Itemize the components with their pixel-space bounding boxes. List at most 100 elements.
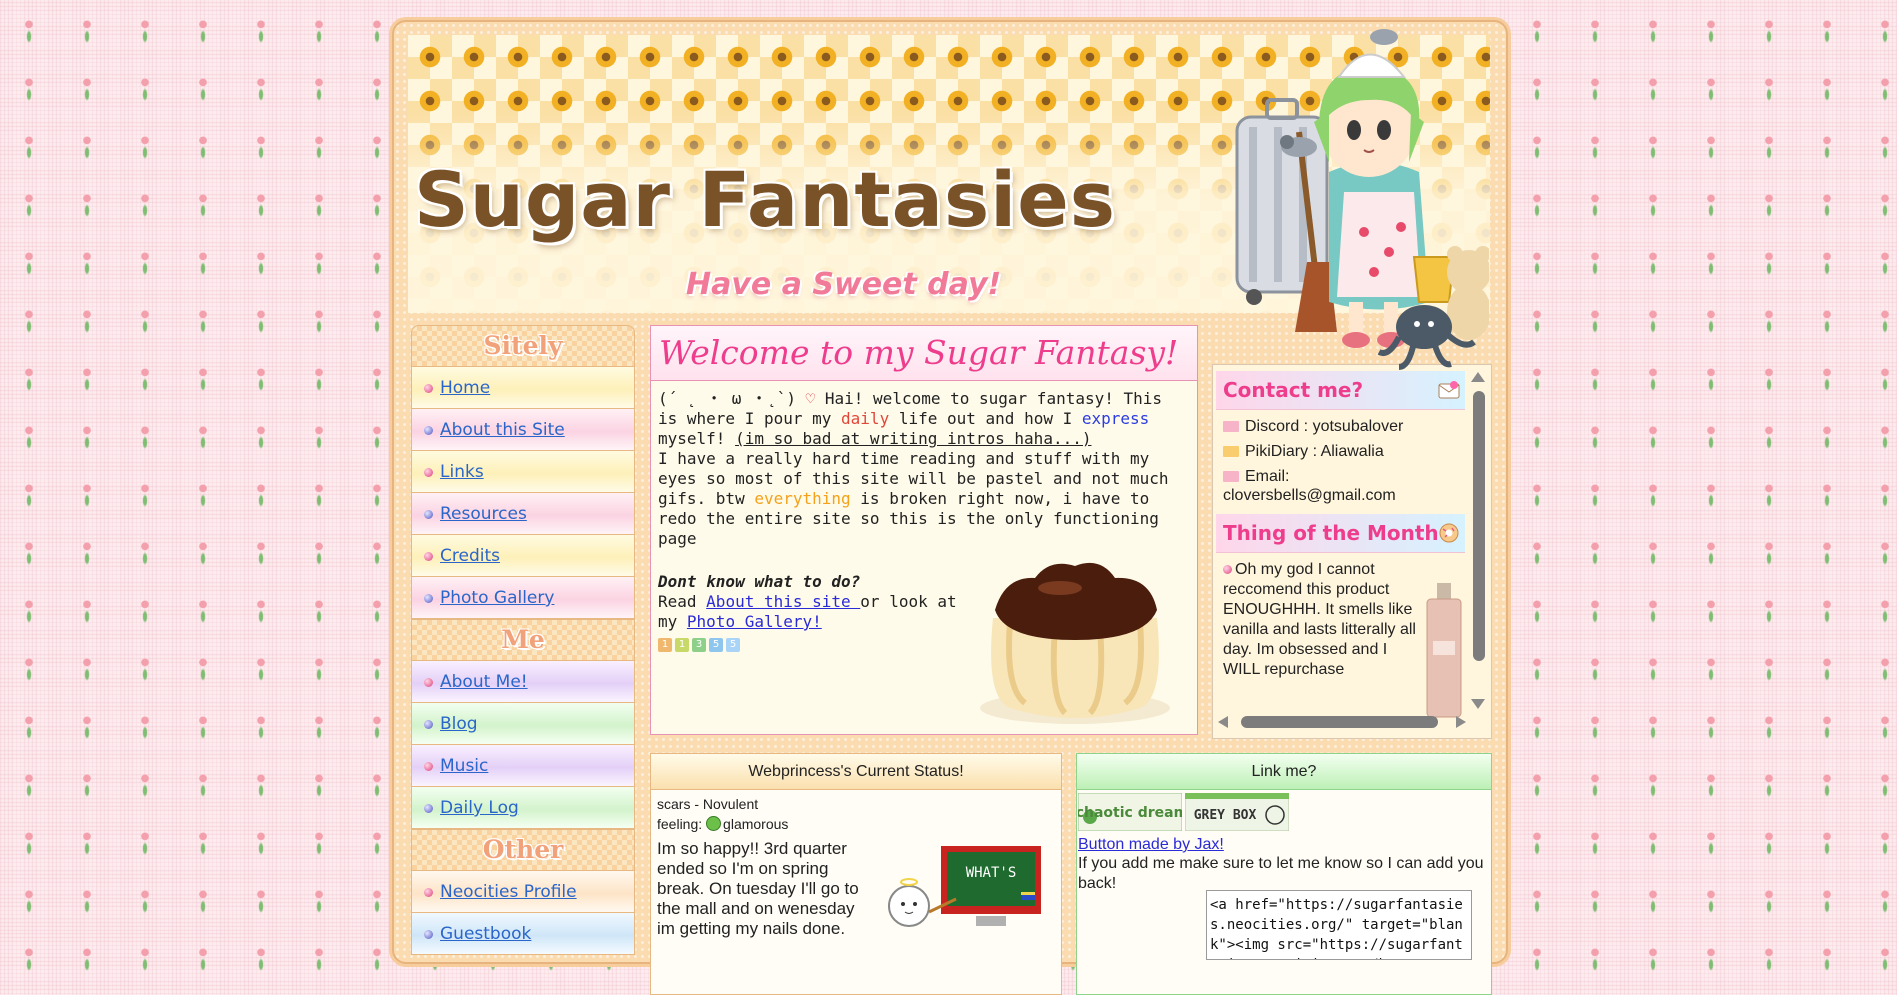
bullet-icon [424,804,433,813]
nav-link-photo-gallery[interactable]: Photo Gallery [440,588,554,608]
button-credit-link[interactable]: Button made by Jax! [1077,836,1491,854]
site-title: Sugar Fantasies [414,155,1117,244]
horizontal-scrollbar[interactable] [1216,714,1468,730]
intro-aside: (im so bad at writing intros haha...) [735,429,1092,448]
envelope-icon [1223,446,1239,457]
nav-item-about-me[interactable]: About Me! [411,661,635,703]
contact-panel[interactable]: Contact me? Discord : yotsubalover PikiD… [1212,364,1492,739]
scroll-left-arrow-icon[interactable] [1218,716,1228,728]
grey-box-button[interactable]: GREY BOX [1185,793,1289,831]
kaomoji: (´ ˛ ・ ω ・˛`) [658,389,796,408]
nav-item-photo-gallery[interactable]: Photo Gallery [411,577,635,619]
contact-heading: Contact me? [1216,371,1465,410]
welcome-intro: (´ ˛ ・ ω ・˛`) ♡ Hai! welcome to sugar fa… [658,389,1190,449]
nav-link-neocities-profile[interactable]: Neocities Profile [440,882,577,902]
welcome-paragraph-2: I have a really hard time reading and st… [658,449,1190,549]
contact-pikidiary: PikiDiary : Aliawalia [1216,439,1465,464]
bullet-icon [1223,565,1232,574]
vertical-scrollbar[interactable] [1468,369,1488,709]
nav-item-credits[interactable]: Credits [411,535,635,577]
nav-section-heading-other: Other [411,829,635,871]
nav-link-blog[interactable]: Blog [440,714,478,734]
nav-item-music[interactable]: Music [411,745,635,787]
intro-text: myself! [658,429,736,448]
nav-item-daily-log[interactable]: Daily Log [411,787,635,829]
read-text: Read [658,592,707,611]
scrollbar-thumb[interactable] [1473,391,1485,661]
link-instructions: If you add me make sure to let me know s… [1078,855,1484,892]
thing-description: Oh my god I cannot reccomend this produc… [1223,561,1416,678]
nav-link-daily-log[interactable]: Daily Log [440,798,519,818]
thing-of-month-text: Oh my god I cannot reccomend this produc… [1216,553,1425,698]
nav-link-about-site[interactable]: About this Site [440,420,565,440]
email-address: cloversbells@gmail.com [1223,487,1396,504]
bullet-icon [424,426,433,435]
nav-link-home[interactable]: Home [440,378,490,398]
bullet-icon [424,720,433,729]
about-site-link[interactable]: About this site [706,592,860,611]
photo-gallery-link[interactable]: Photo Gallery! [687,612,822,631]
welcome-suggestion: Read About this site or look at my Photo… [658,592,968,632]
hit-digit: 1 [675,638,689,652]
nav-item-home[interactable]: Home [411,367,635,409]
grey-box-text: GREY BOX [1194,808,1257,823]
status-heading: Webprincess's Current Status! [651,754,1061,790]
mascot-illustration [1235,29,1489,370]
site-subtitle: Have a Sweet day! [686,267,1002,302]
status-message: Im so happy!! 3rd quarter ended so I'm o… [657,839,859,938]
nav-item-about-site[interactable]: About this Site [411,409,635,451]
status-panel: Webprincess's Current Status! scars - No… [650,753,1062,995]
nav-link-about-me[interactable]: About Me! [440,672,528,692]
button-code-textarea[interactable]: <a href="https://sugarfantasies.neocitie… [1206,890,1472,960]
word-daily: daily [841,409,890,428]
bullet-icon [424,762,433,771]
bullet-icon [424,552,433,561]
nav-section-heading-me: Me [411,619,635,661]
board-label: WHAT'S [966,865,1017,881]
chaotic-dreamz-button[interactable]: chaotic dreamz [1078,793,1182,831]
feeling-value: glamorous [723,816,789,832]
scroll-right-arrow-icon[interactable] [1456,716,1466,728]
envelope-icon [1223,421,1239,432]
pudding-image [980,562,1170,724]
hit-digit: 5 [726,638,740,652]
bullet-icon [424,468,433,477]
hit-digit: 3 [692,638,706,652]
status-meta: scars - Novulent feeling: glamorous [651,790,1061,834]
nav-link-music[interactable]: Music [440,756,488,776]
nav-link-credits[interactable]: Credits [440,546,500,566]
site-buttons: chaotic dreamz GREY BOX [1077,790,1491,833]
nav-item-blog[interactable]: Blog [411,703,635,745]
intro-text: life out and how I [889,409,1082,428]
heart-icon: ♡ [805,389,816,408]
page-frame: Sugar Fantasies Have a Sweet day! Sitely… [392,20,1508,995]
chaotic-dreamz-text: chaotic dreamz [1078,805,1182,821]
perfume-image [1426,583,1462,718]
nav-link-resources[interactable]: Resources [440,504,527,524]
nav-item-guestbook[interactable]: Guestbook [411,913,635,955]
link-me-heading: Link me? [1077,754,1491,790]
discord-text: Discord : yotsubalover [1245,418,1404,435]
pikidiary-text: PikiDiary : Aliawalia [1245,443,1384,460]
bullet-icon [424,888,433,897]
scroll-down-arrow-icon[interactable] [1471,699,1485,709]
bullet-icon [424,930,433,939]
contact-heading-text: Contact me? [1223,378,1364,402]
contact-email: Email: cloversbells@gmail.com [1216,464,1465,508]
hit-digit: 5 [709,638,723,652]
nav-link-guestbook[interactable]: Guestbook [440,924,531,944]
link-me-panel: Link me? chaotic dreamz GREY BOX Button … [1076,753,1492,995]
bullet-icon [424,678,433,687]
email-label: Email: [1245,468,1290,485]
contact-discord: Discord : yotsubalover [1216,414,1465,439]
word-express: express [1081,409,1150,428]
scroll-up-arrow-icon[interactable] [1471,372,1485,382]
nav-link-links[interactable]: Links [440,462,484,482]
envelope-icon [1223,471,1239,482]
nav-item-links[interactable]: Links [411,451,635,493]
scrollbar-thumb[interactable] [1241,716,1438,728]
thing-of-month-heading: Thing of the Month [1216,514,1465,553]
word-everything: everything [754,489,851,508]
nav-item-resources[interactable]: Resources [411,493,635,535]
nav-item-neocities-profile[interactable]: Neocities Profile [411,871,635,913]
